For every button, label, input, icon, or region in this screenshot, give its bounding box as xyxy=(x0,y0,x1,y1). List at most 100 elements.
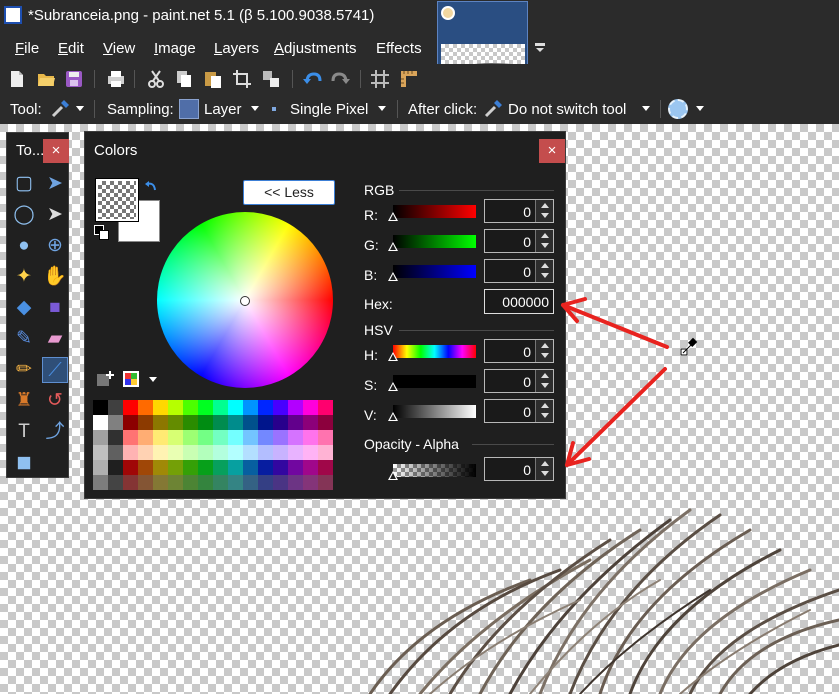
cut-icon[interactable] xyxy=(146,69,166,89)
ruler-icon[interactable] xyxy=(399,69,419,89)
v-input[interactable]: 0 xyxy=(484,399,554,423)
hex-input[interactable]: 000000 xyxy=(484,289,554,314)
recolor-tool-icon[interactable]: ↺ xyxy=(42,388,68,414)
menu-file[interactable]: File xyxy=(15,40,39,57)
color-picker-tool-icon[interactable]: ⟋ xyxy=(42,357,68,383)
save-file-icon[interactable] xyxy=(64,69,84,89)
color-palette[interactable] xyxy=(93,400,335,492)
r-label: R: xyxy=(364,207,378,223)
window-title: *Subranceia.png - paint.net 5.1 (β 5.100… xyxy=(28,7,375,24)
b-slider-thumb[interactable] xyxy=(388,272,398,281)
sampling-mode-value[interactable]: Single Pixel xyxy=(290,101,368,118)
v-label: V: xyxy=(364,407,377,423)
after-click-value[interactable]: Do not switch tool xyxy=(508,101,626,118)
alpha-slider-thumb[interactable] xyxy=(388,471,398,480)
eraser-tool-icon[interactable]: ▰ xyxy=(42,326,68,352)
canvas-hair-image xyxy=(368,508,839,694)
gradient-tool-icon[interactable]: ■ xyxy=(42,295,68,321)
b-input[interactable]: 0 xyxy=(484,259,554,283)
alpha-slider[interactable] xyxy=(393,464,476,477)
rectangle-select-tool-icon[interactable]: ▢ xyxy=(11,171,37,197)
hex-label: Hex: xyxy=(364,296,393,312)
v-slider[interactable] xyxy=(393,405,476,418)
swap-colors-icon[interactable] xyxy=(144,180,158,194)
annotation-arrows xyxy=(561,297,698,467)
r-slider[interactable] xyxy=(393,205,476,218)
clone-stamp-tool-icon[interactable]: ♜ xyxy=(11,388,37,414)
h-input[interactable]: 0 xyxy=(484,339,554,363)
tool-label: Tool: xyxy=(10,101,42,118)
layer-icon[interactable] xyxy=(179,99,199,119)
g-slider-thumb[interactable] xyxy=(388,242,398,251)
s-slider-thumb[interactable] xyxy=(388,382,398,391)
move-selection-tool-icon[interactable]: ➤ xyxy=(42,171,68,197)
rgb-label: RGB xyxy=(364,182,395,198)
pan-tool-icon[interactable]: ✋ xyxy=(42,264,68,290)
crop-icon[interactable] xyxy=(232,69,252,89)
alpha-input[interactable]: 0 xyxy=(484,457,554,481)
b-slider[interactable] xyxy=(393,265,476,278)
pencil-tool-icon[interactable]: ✏ xyxy=(11,357,37,383)
redo-icon[interactable] xyxy=(331,69,351,89)
v-slider-thumb[interactable] xyxy=(388,412,398,421)
text-tool-icon[interactable]: T xyxy=(11,419,37,445)
antialias-icon[interactable] xyxy=(668,99,688,119)
sampling-layer-value[interactable]: Layer xyxy=(204,101,242,118)
r-slider-thumb[interactable] xyxy=(388,212,398,221)
menu-effects[interactable]: Effects xyxy=(376,40,422,57)
s-input[interactable]: 0 xyxy=(484,369,554,393)
g-input[interactable]: 0 xyxy=(484,229,554,253)
color-picker-tool-icon[interactable] xyxy=(50,99,70,119)
antialias-caret[interactable] xyxy=(696,106,704,111)
h-slider-thumb[interactable] xyxy=(388,352,398,361)
color-wheel-cursor[interactable] xyxy=(240,296,250,306)
menu-view[interactable]: View xyxy=(103,40,135,57)
menu-edit[interactable]: Edit xyxy=(58,40,84,57)
paste-icon[interactable] xyxy=(203,69,223,89)
grid-icon[interactable] xyxy=(370,69,390,89)
open-file-icon[interactable] xyxy=(36,69,56,89)
tools-close-button[interactable]: × xyxy=(43,139,69,163)
primary-color-swatch[interactable] xyxy=(95,178,139,222)
line-curve-tool-icon[interactable]: ⤴ xyxy=(42,419,68,445)
tool-caret[interactable] xyxy=(76,106,84,111)
tools-window-title: To... xyxy=(16,142,45,159)
palette-menu-caret[interactable] xyxy=(149,377,157,382)
colors-close-button[interactable]: × xyxy=(539,139,565,163)
h-label: H: xyxy=(364,347,378,363)
b-label: B: xyxy=(364,267,378,283)
add-to-palette-icon[interactable] xyxy=(96,370,114,388)
menu-image[interactable]: Image xyxy=(154,40,196,57)
r-input[interactable]: 0 xyxy=(484,199,554,223)
print-icon[interactable] xyxy=(106,69,126,89)
sampling-label: Sampling: xyxy=(107,101,174,118)
g-label: G: xyxy=(364,237,379,253)
sampling-layer-caret[interactable] xyxy=(251,106,259,111)
s-slider[interactable] xyxy=(393,375,476,388)
less-button[interactable]: << Less xyxy=(243,180,335,205)
tab-list-icon[interactable] xyxy=(534,40,546,52)
h-slider[interactable] xyxy=(393,345,476,358)
sampling-mode-caret[interactable] xyxy=(378,106,386,111)
shapes-tool-icon[interactable]: ◼ xyxy=(11,450,37,476)
menu-layers[interactable]: Layers xyxy=(214,40,259,57)
paintbrush-tool-icon[interactable]: ✎ xyxy=(11,326,37,352)
palette-menu-icon[interactable] xyxy=(122,370,140,388)
main-toolbar xyxy=(0,64,839,94)
after-click-caret[interactable] xyxy=(642,106,650,111)
move-selected-tool-icon[interactable]: ➤ xyxy=(42,202,68,228)
zoom-tool-icon[interactable]: ⊕ xyxy=(42,233,68,259)
copy-icon[interactable] xyxy=(174,69,194,89)
ellipse-select-tool-icon[interactable]: ● xyxy=(11,233,37,259)
undo-icon[interactable] xyxy=(302,69,322,89)
paint-bucket-tool-icon[interactable]: ◆ xyxy=(11,295,37,321)
s-label: S: xyxy=(364,377,378,393)
menu-adjustments[interactable]: Adjustments xyxy=(274,40,357,57)
paste-into-new-icon[interactable] xyxy=(261,69,281,89)
g-slider[interactable] xyxy=(393,235,476,248)
new-file-icon[interactable] xyxy=(7,69,27,89)
single-pixel-icon xyxy=(272,107,276,111)
opacity-label: Opacity - Alpha xyxy=(364,436,459,452)
magic-wand-tool-icon[interactable]: ✦ xyxy=(11,264,37,290)
lasso-select-tool-icon[interactable]: ◯ xyxy=(11,202,37,228)
